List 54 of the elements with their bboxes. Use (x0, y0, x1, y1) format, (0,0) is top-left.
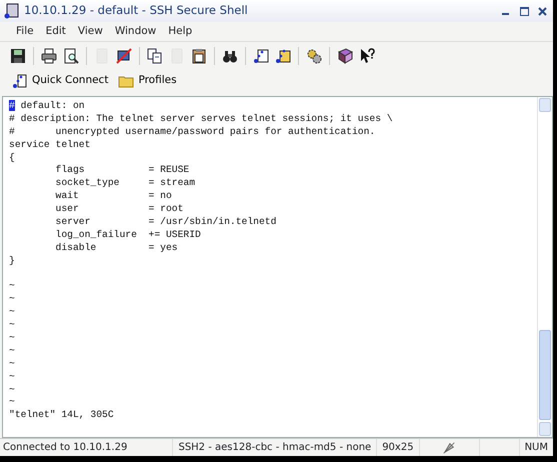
terminal-line: ~ (9, 293, 16, 306)
terminal-line: user = root (54, 203, 184, 216)
terminal-line: } (9, 254, 16, 268)
toolbar-button[interactable] (8, 46, 28, 66)
scrollbar[interactable] (537, 97, 552, 437)
menu-item[interactable]: File (10, 24, 40, 40)
terminal-line: ~ (9, 396, 16, 410)
terminal-line: ~ (9, 306, 16, 320)
terminal-line: # description: The telnet server serves telnet sessions; it uses \ (9, 112, 394, 126)
pointer-question-icon (359, 48, 375, 64)
toolbar-button[interactable] (114, 46, 134, 66)
gears-icon (306, 48, 322, 64)
menu-item[interactable]: Help (162, 24, 198, 40)
printer-icon (41, 48, 57, 64)
terminal-line: # unencrypted username/password pairs for authentication. (9, 126, 376, 139)
menu-item[interactable]: View (72, 24, 109, 40)
terminal-line: flags = REUSE (54, 164, 190, 178)
terminal-line: ~ (9, 384, 16, 396)
close-icon (538, 6, 546, 16)
terminal-line: socket_type = stream (54, 177, 196, 190)
menu-item[interactable]: Window (108, 24, 162, 40)
terminal-line: ~ (9, 332, 16, 345)
terminal-line: wait = no (54, 190, 173, 204)
copy-icon (147, 48, 163, 64)
terminal-line: ~ (9, 358, 16, 371)
status-text: 90x25 (376, 439, 419, 456)
status-text: NUM (518, 439, 553, 456)
pen-icon (442, 440, 456, 454)
clipboard-icon (191, 48, 207, 64)
terminal-line: { (9, 152, 16, 164)
terminal-line: disable = yes (54, 242, 179, 255)
status-text: Connected to 10.10.1.29 (2, 441, 128, 455)
dotted-page-icon (12, 73, 28, 89)
binoculars-icon (222, 48, 238, 64)
terminal-line: ~ (9, 344, 16, 358)
dotted-folder-icon (275, 48, 291, 64)
terminal-line: ~ (9, 319, 16, 332)
magnifier-page-icon (63, 48, 79, 64)
terminal-line: log_on_failure += USERID (54, 228, 202, 242)
terminal-line: ~ (9, 280, 16, 294)
dotted-page-icon (253, 48, 269, 64)
terminal-line: "telnet" 14L, 305C (9, 409, 115, 422)
terminal-line: ~ (9, 370, 16, 384)
crossed-computer-icon (116, 48, 132, 64)
toolbar-button[interactable] (39, 46, 59, 66)
terminal-line: server = /usr/sbin/in.telnetd (54, 216, 278, 229)
window-title: 10.10.1.29 - default - SSH Secure Shell (24, 2, 248, 20)
toolbar-button[interactable]: Profiles (118, 73, 177, 89)
toolbar-button[interactable]: Quick Connect (12, 73, 108, 89)
status-text: SSH2 - aes128-cbc - hmac-md5 - none (172, 439, 376, 456)
terminal-line: service telnet (9, 138, 92, 152)
menu-item[interactable]: Edit (40, 24, 72, 40)
maximize-icon (520, 6, 528, 16)
terminal-line: # default: on (9, 100, 86, 113)
